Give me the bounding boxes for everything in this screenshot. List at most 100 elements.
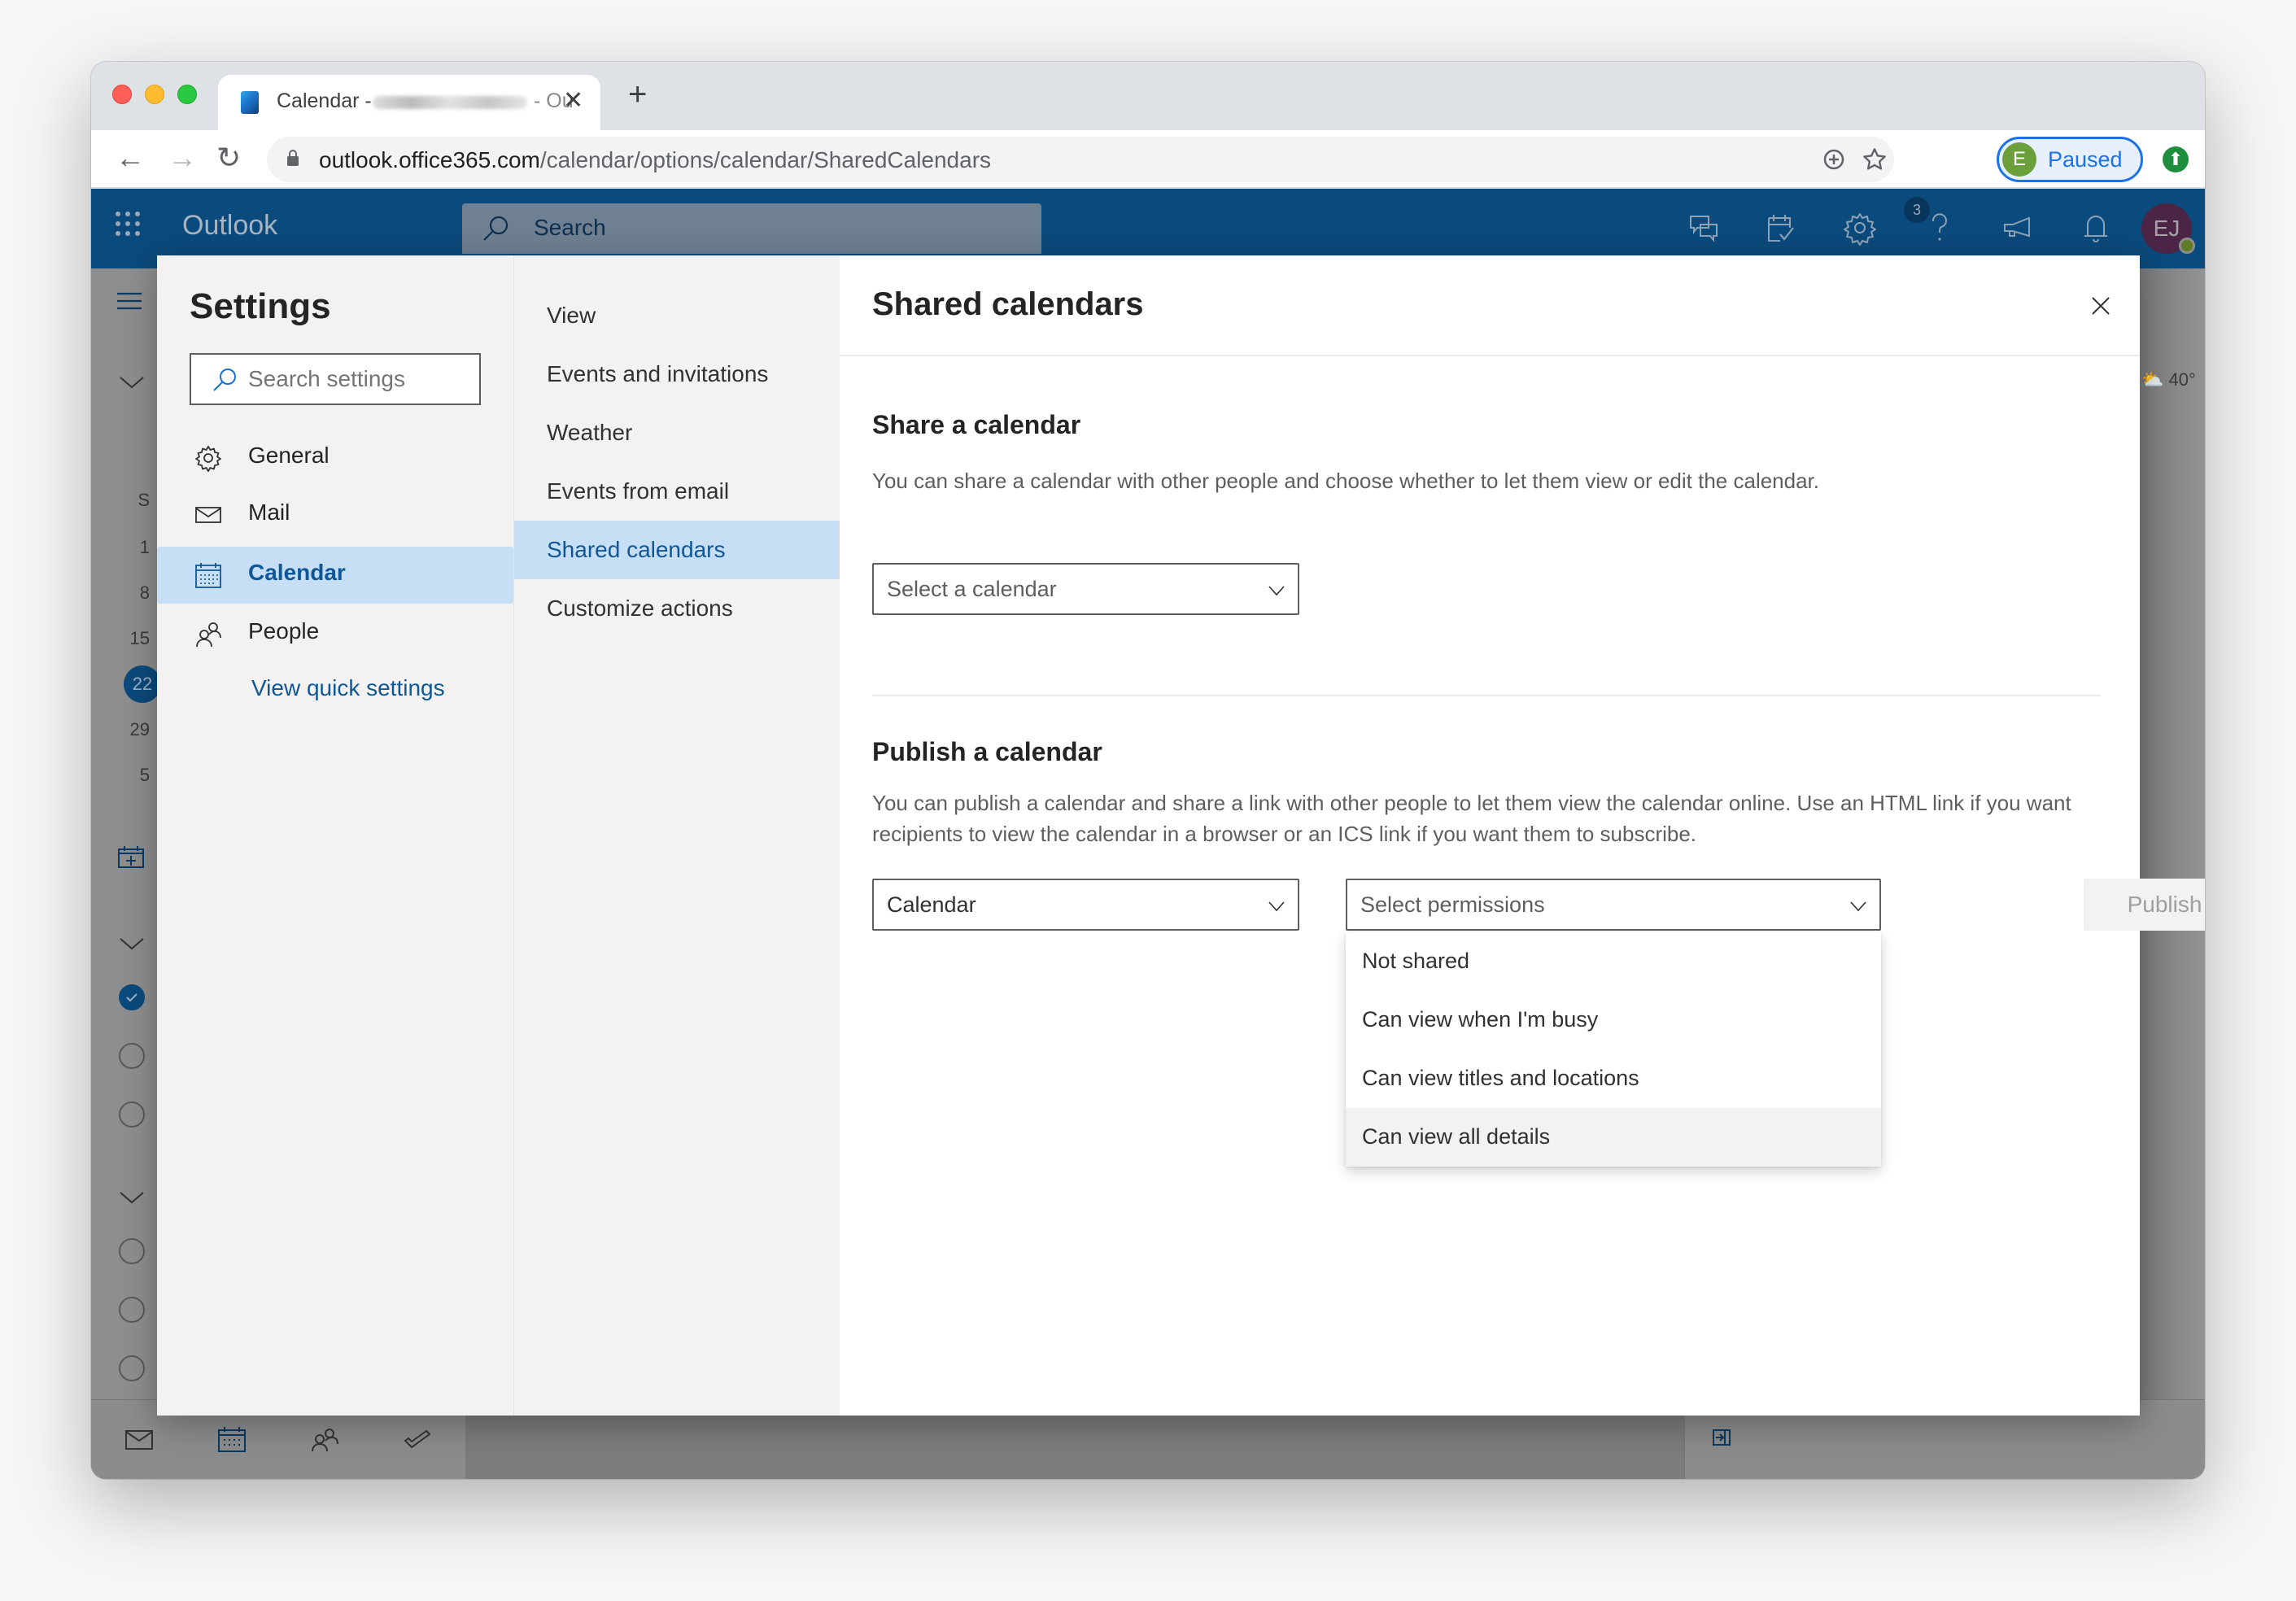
browser-tab-active[interactable]: Calendar - - Ou ✕ <box>218 75 600 130</box>
outlook-search-box[interactable]: Search <box>462 203 1041 254</box>
permission-option-busy[interactable]: Can view when I'm busy <box>1346 991 1881 1049</box>
close-window-button[interactable] <box>112 85 132 104</box>
permission-option-all-details[interactable]: Can view all details <box>1346 1108 1881 1167</box>
publish-button[interactable]: Publish <box>2084 879 2205 931</box>
settings-category-general[interactable]: General <box>157 430 513 486</box>
lock-icon <box>287 150 299 166</box>
minimize-window-button[interactable] <box>145 85 164 104</box>
subcategory-customize-actions[interactable]: Customize actions <box>514 579 840 638</box>
feedback-megaphone-icon[interactable] <box>2000 210 2036 246</box>
presence-available-icon <box>2179 238 2195 254</box>
profile-avatar: E <box>2002 142 2036 177</box>
url-host: outlook.office365.com <box>319 147 540 172</box>
url-path: /calendar/options/calendar/SharedCalenda… <box>539 147 992 172</box>
add-calendar-icon[interactable] <box>117 844 145 869</box>
close-settings-button[interactable] <box>2084 290 2117 322</box>
mini-calendar-week-start[interactable]: 8 <box>91 582 150 604</box>
maximize-window-button[interactable] <box>177 85 197 104</box>
subcategory-shared-calendars[interactable]: Shared calendars <box>514 521 840 579</box>
mail-module-icon[interactable] <box>125 1429 153 1450</box>
mini-calendar-week-start[interactable]: 1 <box>91 537 150 558</box>
background-right-area: ⛅ 40° <box>2140 268 2205 1399</box>
settings-categories: Settings General Ma <box>157 255 513 1416</box>
mini-calendar-week-start[interactable]: 15 <box>91 628 150 649</box>
app-launcher-icon[interactable] <box>116 212 140 236</box>
header-divider <box>840 355 2140 356</box>
todo-module-icon[interactable] <box>404 1428 431 1450</box>
profile-status: Paused <box>2048 147 2123 172</box>
calendar-subcategories: View Events and invitations Weather Even… <box>513 255 840 1416</box>
select-calendar-dropdown[interactable]: Select a calendar <box>872 563 1299 615</box>
tab-title: Calendar - <box>277 89 372 112</box>
settings-category-people[interactable]: People <box>157 605 513 662</box>
calendar-checkbox[interactable] <box>119 1238 145 1264</box>
calendar-checkbox[interactable] <box>119 1102 145 1128</box>
select-permissions-dropdown[interactable]: Select permissions <box>1346 879 1881 931</box>
update-available-icon[interactable]: ⬆ <box>2163 146 2189 172</box>
people-icon <box>196 622 221 648</box>
chevron-down-icon[interactable] <box>119 936 145 952</box>
new-tab-button[interactable]: + <box>628 78 647 111</box>
outlook-brand[interactable]: Outlook <box>182 210 277 242</box>
search-icon <box>483 216 509 241</box>
settings-dialog: Settings General Ma <box>157 255 2205 1416</box>
mini-calendar-week-start[interactable]: 5 <box>91 765 150 786</box>
chevron-down-icon <box>1268 586 1285 596</box>
reload-icon[interactable]: ↻ <box>216 142 241 174</box>
category-label: Mail <box>248 499 290 525</box>
permission-option-not-shared[interactable]: Not shared <box>1346 932 1881 991</box>
tab-close-icon[interactable]: ✕ <box>563 86 583 115</box>
settings-category-calendar[interactable]: Calendar <box>157 547 513 604</box>
subcategory-label: Events from email <box>547 478 730 504</box>
chevron-down-icon[interactable] <box>119 1189 145 1206</box>
bookmark-star-icon[interactable] <box>1862 146 1888 172</box>
subcategory-label: Customize actions <box>547 595 733 621</box>
chevron-down-icon[interactable] <box>119 374 145 390</box>
mini-calendar-today[interactable]: 22 <box>124 665 161 703</box>
notifications-bell-icon[interactable] <box>2078 210 2114 246</box>
permission-option-titles-locations[interactable]: Can view titles and locations <box>1346 1049 1881 1108</box>
shared-calendars-pane: Shared calendars Share a calendar You ca… <box>840 255 2205 1416</box>
subcategory-label: Events and invitations <box>547 361 769 386</box>
calendar-checkbox[interactable] <box>119 1355 145 1381</box>
settings-gear-icon[interactable] <box>1842 210 1878 246</box>
browser-window: Calendar - - Ou ✕ + ← → ↻ outlook.office… <box>91 62 2205 1479</box>
calendar-checkbox[interactable] <box>119 1043 145 1069</box>
calendar-checkbox[interactable] <box>119 1297 145 1323</box>
back-icon[interactable]: ← <box>116 142 145 174</box>
option-label: Not shared <box>1362 949 1470 973</box>
subcategory-view[interactable]: View <box>514 286 840 345</box>
my-day-icon[interactable] <box>1762 210 1798 246</box>
settings-category-mail[interactable]: Mail <box>157 486 513 543</box>
pane-title: Shared calendars <box>872 286 1144 322</box>
publish-calendar-heading: Publish a calendar <box>872 737 1102 766</box>
subcategory-events-and-invitations[interactable]: Events and invitations <box>514 345 840 404</box>
search-icon <box>213 369 236 391</box>
forward-icon[interactable]: → <box>168 142 197 174</box>
mini-calendar-weekday: S <box>137 490 150 510</box>
category-label: People <box>248 618 320 643</box>
option-label: Can view all details <box>1362 1124 1551 1149</box>
settings-search-input[interactable] <box>248 366 468 392</box>
dropdown-placeholder: Select a calendar <box>887 577 1057 601</box>
calendar-checkbox-checked[interactable] <box>119 984 145 1010</box>
weather-indicator[interactable]: ⛅ 40° <box>2141 369 2196 390</box>
subcategory-events-from-email[interactable]: Events from email <box>514 462 840 521</box>
expand-pane-icon[interactable] <box>1713 1429 1731 1446</box>
dropdown-placeholder: Select permissions <box>1360 892 1545 917</box>
profile-button[interactable]: E Paused <box>1997 137 2143 182</box>
view-quick-settings-link[interactable]: View quick settings <box>251 675 445 701</box>
publish-calendar-dropdown[interactable]: Calendar <box>872 879 1299 931</box>
subcategory-weather[interactable]: Weather <box>514 404 840 462</box>
subcategory-label: Weather <box>547 420 633 445</box>
calendar-module-icon[interactable] <box>218 1426 246 1452</box>
people-module-icon[interactable] <box>311 1426 338 1452</box>
install-app-icon[interactable] <box>1822 148 1845 171</box>
tab-title-redacted <box>373 96 527 109</box>
address-bar[interactable]: outlook.office365.com/calendar/options/c… <box>267 137 1894 182</box>
mini-calendar-week-start[interactable]: 29 <box>91 719 150 740</box>
hamburger-menu-icon[interactable] <box>116 291 143 311</box>
settings-search-box[interactable] <box>190 353 481 405</box>
subcategory-label: Shared calendars <box>547 537 726 562</box>
chat-icon[interactable] <box>1686 210 1722 246</box>
